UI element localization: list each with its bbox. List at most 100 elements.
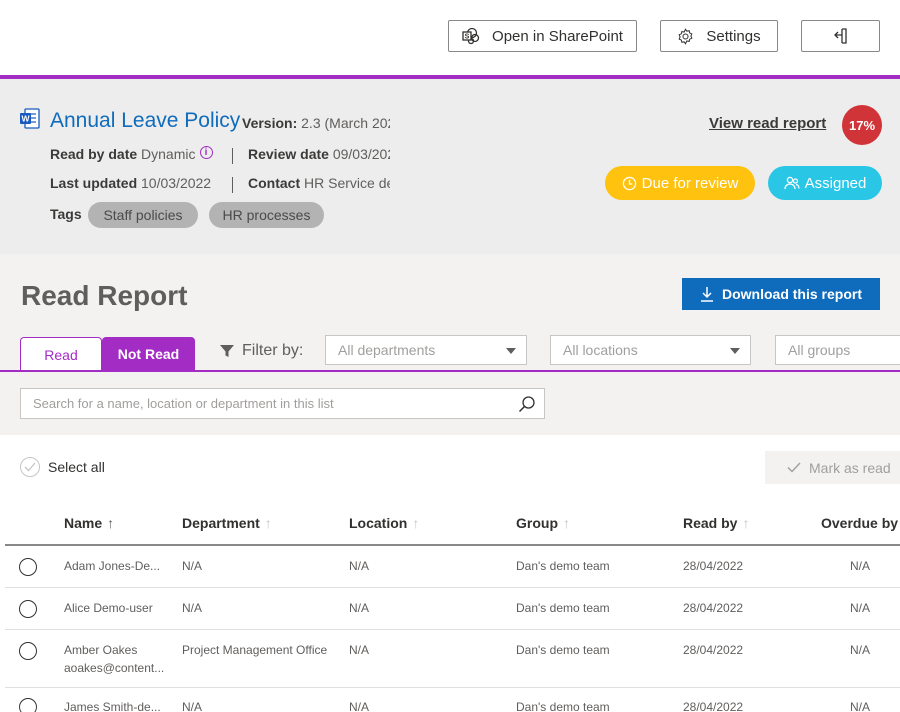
cell-location: N/A [349,700,370,712]
download-report-button[interactable]: Download this report [682,278,880,310]
view-read-report-link[interactable]: View read report [709,115,826,132]
departments-dropdown[interactable]: All departments [325,335,527,365]
read-report-table: Name ↑ Department ↑ Location ↑ Group ↑ Read … [0,498,900,712]
search-placeholder: Search for a name, location or departmen… [33,396,334,411]
cell-location: N/A [349,601,370,615]
exit-button[interactable] [801,20,880,52]
tag-staff-policies[interactable]: Staff policies [88,202,198,228]
policy-version: Version: 2.3 (March 2022) [242,115,390,131]
cell-read-by: 28/04/2022 [683,601,744,615]
version-value: 2.3 (March 2022) [301,115,390,131]
column-header-label: Group [516,515,558,531]
column-header-department[interactable]: Department ↑ [182,515,272,531]
review-date: Review date 09/03/2023 [248,146,390,162]
cell-overdue: N/A [850,643,871,657]
read-by-label: Read by date [50,146,138,162]
column-header-location[interactable]: Location ↑ [349,515,419,531]
row-select-radio[interactable] [19,642,37,660]
filter-by: Filter by: [219,342,303,360]
tag-hr-processes[interactable]: HR processes [209,202,324,228]
cell-overdue: N/A [850,700,871,712]
cell-email: aoakes@content... [64,661,165,675]
cell-department: N/A [182,700,203,712]
column-header-group[interactable]: Group ↑ [516,515,570,531]
table-row[interactable]: Amber Oakes aoakes@content... Project Ma… [5,630,900,688]
sharepoint-icon: S [462,27,480,45]
table-row[interactable]: Adam Jones-De... N/A N/A Dan's demo team… [5,546,900,588]
cell-overdue: N/A [850,601,871,615]
row-select-radio[interactable] [19,600,37,618]
cell-group: Dan's demo team [516,643,610,657]
due-for-review-label: Due for review [641,174,739,192]
policy-title[interactable]: Annual Leave Policy [50,109,240,133]
cell-name: Adam Jones-De... [64,559,161,573]
checkmark-icon [787,462,801,473]
read-by-value: Dynamic [141,146,196,162]
sort-arrow-icon: ↑ [563,515,570,531]
exit-icon [833,27,849,45]
table-row[interactable]: Alice Demo-user N/A N/A Dan's demo team … [5,588,900,630]
meta-separator [232,177,233,193]
read-report-section: Read Report Download this report Read No… [0,254,900,435]
review-value: 09/03/2023 [332,146,390,162]
locations-dropdown[interactable]: All locations [550,335,751,365]
groups-dropdown[interactable]: All groups [775,335,900,365]
tab-not-read[interactable]: Not Read [102,337,195,371]
page-title: Read Report [21,280,188,311]
gear-icon [677,27,694,45]
tab-read[interactable]: Read [20,337,102,371]
checkmark-icon [24,462,36,472]
column-header-label: Read by [683,515,738,531]
cell-group: Dan's demo team [516,601,610,615]
cell-department: Project Management Office [182,643,328,657]
select-all-checkbox[interactable] [20,457,40,477]
open-in-sharepoint-label: Open in SharePoint [492,27,623,45]
cell-location: N/A [349,559,370,573]
groups-dropdown-value: All groups [788,342,851,358]
cell-name: Alice Demo-user [64,601,153,615]
assigned-label: Assigned [804,174,867,192]
column-header-label: Location [349,515,408,531]
departments-dropdown-value: All departments [338,342,436,358]
cell-name: Amber Oakes [64,643,138,657]
info-icon[interactable]: i [199,146,213,159]
column-header-name[interactable]: Name ↑ [64,515,114,531]
chevron-down-icon [730,348,740,354]
download-icon [700,286,714,302]
svg-text:W: W [21,114,30,124]
column-header-label: Name [64,515,103,531]
select-all-label[interactable]: Select all [48,459,105,475]
cell-department: N/A [182,559,203,573]
last-updated: Last updated 10/03/2022 [50,175,211,191]
open-in-sharepoint-button[interactable]: S Open in SharePoint [448,20,637,52]
cell-group: Dan's demo team [516,559,610,573]
updated-label: Last updated [50,175,138,191]
column-header-overdue-by[interactable]: Overdue by [821,515,898,531]
table-row[interactable]: James Smith-de... N/A N/A Dan's demo tea… [5,688,900,712]
filter-by-label: Filter by: [242,342,304,359]
column-header-label: Department [182,515,260,531]
search-input[interactable]: Search for a name, location or departmen… [20,388,545,419]
mark-as-read-label: Mark as read [809,459,891,476]
selection-bar: Select all Mark as read [0,435,900,498]
cell-read-by: 28/04/2022 [683,643,744,657]
cell-group: Dan's demo team [516,700,610,712]
due-for-review-badge: Due for review [605,166,755,200]
cell-read-by: 28/04/2022 [683,559,744,573]
version-label: Version: [242,115,298,131]
sort-arrow-icon: ↑ [107,515,115,531]
meta-separator [232,148,233,164]
search-icon[interactable] [518,395,536,413]
tabs-divider [0,370,900,372]
settings-label: Settings [706,27,761,45]
row-select-radio[interactable] [19,558,37,576]
settings-button[interactable]: Settings [660,20,778,52]
row-select-radio[interactable] [19,698,37,712]
review-label: Review date [248,146,329,162]
read-by-date: Read by date Dynamic i [50,146,213,162]
column-header-read-by[interactable]: Read by ↑ [683,515,749,531]
chevron-down-icon [506,348,516,354]
mark-as-read-button[interactable]: Mark as read [765,451,900,484]
locations-dropdown-value: All locations [563,342,638,358]
download-report-label: Download this report [722,286,862,302]
